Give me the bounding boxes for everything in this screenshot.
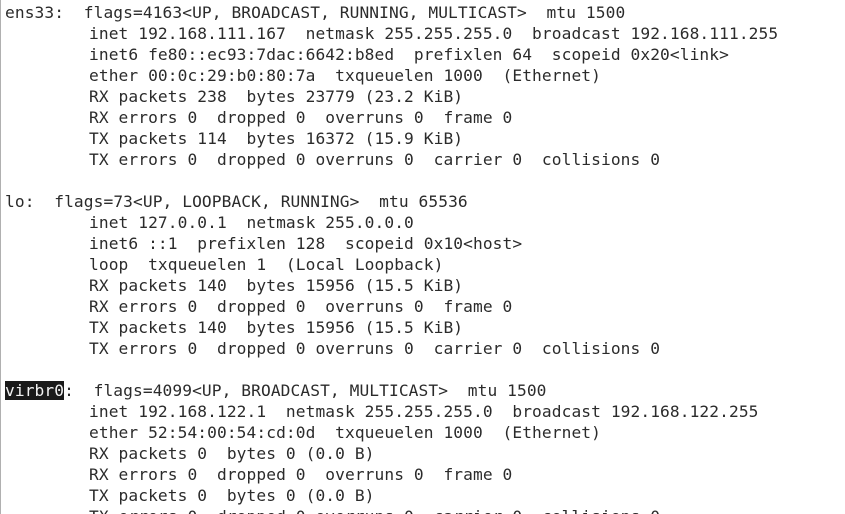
output-line: loop txqueuelen 1 (Local Loopback)	[89, 255, 444, 274]
output-line: ether 52:54:00:54:cd:0d txqueuelen 1000 …	[89, 423, 601, 442]
output-line: ether 00:0c:29:b0:80:7a txqueuelen 1000 …	[89, 66, 601, 85]
interface-name: lo	[5, 192, 25, 211]
output-line: RX packets 0 bytes 0 (0.0 B)	[89, 444, 375, 463]
output-line: inet 127.0.0.1 netmask 255.0.0.0	[89, 213, 414, 232]
output-line: RX packets 140 bytes 15956 (15.5 KiB)	[89, 276, 464, 295]
interface-name: ens33	[5, 3, 55, 22]
interface-flags: : flags=73<UP, LOOPBACK, RUNNING> mtu 65…	[24, 192, 468, 211]
output-line: RX packets 238 bytes 23779 (23.2 KiB)	[89, 87, 464, 106]
output-line: inet6 fe80::ec93:7dac:6642:b8ed prefixle…	[89, 45, 729, 64]
interface-header-ens33: ens33: flags=4163<UP, BROADCAST, RUNNING…	[5, 2, 845, 23]
interface-header-virbr0: virbr0: flags=4099<UP, BROADCAST, MULTIC…	[5, 380, 845, 401]
ifconfig-output: ens33: flags=4163<UP, BROADCAST, RUNNING…	[5, 2, 845, 514]
interface-name-selected[interactable]: virbr0	[5, 381, 65, 400]
output-line: RX errors 0 dropped 0 overruns 0 frame 0	[89, 297, 513, 316]
terminal-window[interactable]: ens33: flags=4163<UP, BROADCAST, RUNNING…	[0, 0, 845, 514]
output-line: inet6 ::1 prefixlen 128 scopeid 0x10<hos…	[89, 234, 523, 253]
output-line: TX packets 114 bytes 16372 (15.9 KiB)	[89, 129, 464, 148]
output-line: TX packets 140 bytes 15956 (15.5 KiB)	[89, 318, 464, 337]
output-line: TX errors 0 dropped 0 overruns 0 carrier…	[89, 339, 661, 358]
output-line: RX errors 0 dropped 0 overruns 0 frame 0	[89, 465, 513, 484]
output-line: TX errors 0 dropped 0 overruns 0 carrier…	[5, 506, 845, 514]
output-line: TX errors 0 dropped 0 overruns 0 carrier…	[89, 150, 661, 169]
output-line: inet 192.168.111.167 netmask 255.255.255…	[89, 24, 779, 43]
interface-flags: : flags=4099<UP, BROADCAST, MULTICAST> m…	[64, 381, 547, 400]
interface-flags: : flags=4163<UP, BROADCAST, RUNNING, MUL…	[54, 3, 626, 22]
output-line: RX errors 0 dropped 0 overruns 0 frame 0	[89, 108, 513, 127]
interface-header-lo: lo: flags=73<UP, LOOPBACK, RUNNING> mtu …	[5, 191, 845, 212]
output-line: inet 192.168.122.1 netmask 255.255.255.0…	[89, 402, 759, 421]
output-line: TX packets 0 bytes 0 (0.0 B)	[89, 486, 375, 505]
